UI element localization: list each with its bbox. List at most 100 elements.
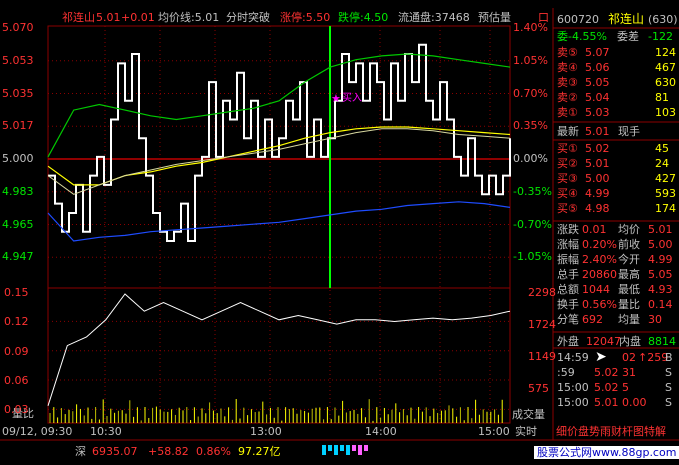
index-turnover: 97.27亿	[238, 445, 281, 458]
stat-value: 5.00	[648, 238, 673, 251]
tick-price: 5.02	[594, 381, 619, 394]
avg-line-label: 均价线:5.01	[158, 11, 220, 24]
spot-label: 现手	[618, 125, 640, 138]
sidebar-count: (630)	[648, 13, 678, 26]
buy-price: 5.00	[585, 172, 610, 185]
pct-tick: -0.35%	[513, 184, 552, 198]
tick-volume: 0.00	[622, 396, 647, 409]
stat-label: 换手	[557, 298, 579, 311]
stat-label: 涨跌	[557, 223, 579, 236]
tick-volume: 31	[622, 366, 636, 379]
estimate-volume: 预估量	[478, 11, 511, 24]
price-tick: 4.983	[2, 184, 34, 198]
time-tick: 10:30	[90, 425, 122, 438]
price-tick: 5.000	[2, 152, 34, 165]
stat-value: 4.99	[648, 253, 673, 266]
index-name: 深	[75, 445, 86, 458]
stat-label: 今开	[618, 253, 640, 266]
stat-label: 总额	[557, 283, 579, 296]
buy-price: 4.98	[585, 202, 610, 215]
volume-ratio-tick: 0.03	[4, 403, 29, 417]
stat-value: 0.01	[582, 223, 607, 236]
tick-price: 5.02	[594, 366, 619, 379]
time-tick: 14:00	[365, 425, 397, 438]
sidebar-stock-name: 祁连山	[608, 12, 645, 26]
stat-label: 涨幅	[557, 238, 579, 251]
stat-value: 4.93	[648, 283, 673, 296]
breadth-bar	[352, 445, 356, 451]
sell-price: 5.06	[585, 61, 610, 74]
index-pct: 0.86%	[196, 445, 231, 458]
time-tick: 15:00	[478, 425, 510, 438]
tick-time: 15:00	[557, 396, 589, 409]
star-icon: ★	[331, 92, 341, 105]
stat-label: 最高	[618, 268, 640, 281]
pct-tick: 1.05%	[513, 53, 548, 67]
pct-tick: 0.00%	[513, 152, 548, 165]
tick-time: 14:59	[557, 351, 589, 364]
ma-blue-line	[47, 201, 511, 242]
stat-label: 均价	[618, 223, 640, 236]
sell-volume: 630	[655, 76, 676, 89]
limit-up: 涨停:5.50	[280, 11, 331, 24]
buy-volume: 24	[655, 157, 669, 170]
stat-value: 1044	[582, 283, 610, 296]
volume-ratio-tick: 0.09	[4, 344, 29, 358]
time-tick: 13:00	[250, 425, 282, 438]
tick-flag: S	[665, 396, 672, 409]
buy-label: 买①	[557, 142, 578, 155]
latest-price: 5.01	[585, 125, 610, 138]
pct-tick: 0.70%	[513, 86, 548, 100]
sell-volume: 81	[655, 91, 669, 104]
tick-flag: B	[665, 351, 673, 364]
outer-label: 外盘	[557, 335, 579, 348]
sell-label: 卖②	[557, 91, 578, 104]
sell-label: 卖⑤	[557, 46, 578, 59]
price-tick: 5.070	[2, 21, 34, 34]
analyze-label[interactable]: 细价盘势雨财杆图特解	[556, 426, 666, 437]
index-change: +58.82	[148, 445, 189, 458]
index-value: 6935.07	[92, 445, 138, 458]
sell-price: 5.07	[585, 46, 610, 59]
tick-volume: 5	[622, 381, 629, 394]
breadth-bar	[364, 445, 368, 451]
realtime-tab[interactable]: 实时	[515, 426, 537, 437]
pct-tick: -1.05%	[513, 250, 552, 264]
weicha-value: -122	[648, 30, 673, 43]
stat-value: 692	[582, 313, 603, 326]
breadth-bar	[322, 445, 326, 455]
volume-ratio-tick: 0.12	[4, 315, 29, 329]
stat-label: 前收	[618, 238, 640, 251]
price-tick: 5.017	[2, 119, 34, 133]
buy-volume: 593	[655, 187, 676, 200]
breadth-bar	[340, 445, 344, 451]
pct-tick: 0.35%	[513, 119, 548, 133]
sell-volume: 124	[655, 46, 676, 59]
mode-label[interactable]: 分时突破	[226, 12, 270, 23]
stat-value: 0.56%	[582, 298, 617, 311]
limit-down: 跌停:4.50	[338, 11, 389, 24]
float-shares: 流通盘:37468	[398, 11, 470, 24]
buy-signal-label: 买入	[342, 93, 362, 104]
price-line	[48, 43, 511, 242]
volume-tick: 2298	[528, 286, 556, 299]
volume-ratio-line	[47, 293, 511, 406]
volume-tick: 1149	[528, 350, 556, 363]
sell-price: 5.04	[585, 91, 610, 104]
buy-label: 买③	[557, 172, 578, 185]
buy-volume: 427	[655, 172, 676, 185]
tick-dir: ↑259	[638, 351, 669, 364]
buy-label: 买②	[557, 157, 578, 170]
buy-volume: 174	[655, 202, 676, 215]
inner-label: 内盘	[619, 335, 641, 348]
tick-price: 5.01	[594, 396, 619, 409]
stat-value: 2.40%	[582, 253, 617, 266]
stat-label: 总手	[557, 268, 579, 281]
pct-tick: 1.40%	[513, 21, 548, 34]
volume-tick: 1724	[528, 318, 556, 331]
stat-label: 量比	[618, 298, 640, 311]
stock-name: 祁连山	[62, 11, 95, 24]
sell-label: 卖④	[557, 61, 578, 74]
price-tick: 4.965	[2, 217, 34, 231]
breadth-bar	[334, 445, 338, 455]
